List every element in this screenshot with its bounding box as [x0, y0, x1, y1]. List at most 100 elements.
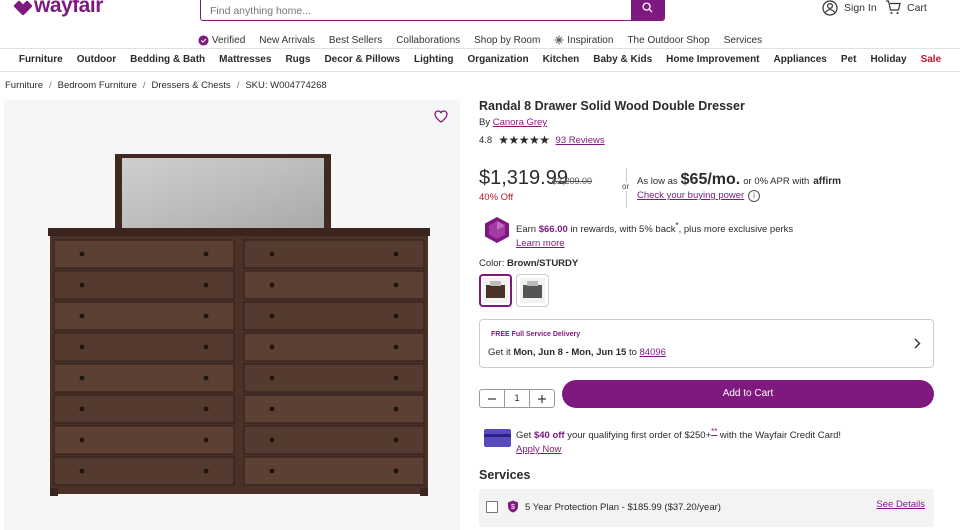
- info-icon[interactable]: i: [748, 190, 760, 202]
- credit-suffix: with the Wayfair Credit Card!: [719, 430, 841, 442]
- credit-desc: your qualifying first order of $250+: [567, 430, 712, 442]
- color-swatch-grey[interactable]: [516, 274, 549, 307]
- rewards-amount: $66.00: [538, 224, 568, 236]
- check-buying-power-link[interactable]: Check your buying power: [637, 190, 744, 201]
- rewards-suffix: , plus more exclusive perks: [678, 224, 794, 236]
- nav-outdoor-shop[interactable]: The Outdoor Shop: [627, 30, 709, 50]
- category-pet[interactable]: Pet: [841, 54, 857, 65]
- affirm-financing: As low as $65/mo. or 0% APR with affirm: [637, 171, 841, 189]
- protection-plan-checkbox[interactable]: [486, 501, 498, 513]
- add-to-cart-button[interactable]: Add to Cart: [562, 380, 934, 408]
- minus-icon: [488, 397, 497, 400]
- breadcrumb-item[interactable]: Dressers & Chests: [152, 80, 231, 91]
- star-icon: ★: [518, 133, 530, 147]
- protection-plan-label: 5 Year Protection Plan - $185.99 ($37.20…: [525, 502, 721, 513]
- nav-label: The Outdoor Shop: [627, 34, 710, 46]
- breadcrumb-separator: /: [49, 80, 52, 91]
- color-swatch-brown[interactable]: [479, 274, 512, 307]
- svg-text:$: $: [511, 504, 515, 511]
- category-home-improvement[interactable]: Home Improvement: [666, 54, 759, 65]
- nav-label: Inspiration: [567, 34, 614, 46]
- nav-shop-by-room[interactable]: Shop by Room: [474, 30, 540, 50]
- color-value: Brown/STURDY: [506, 258, 579, 269]
- category-appliances[interactable]: Appliances: [774, 54, 827, 65]
- wayfair-logo-icon: [13, 0, 33, 16]
- see-details-link[interactable]: See Details: [876, 499, 925, 510]
- product-image-gallery[interactable]: [4, 100, 460, 530]
- quantity-increase-button[interactable]: [530, 390, 554, 407]
- search-button[interactable]: [631, 0, 664, 20]
- category-mattresses[interactable]: Mattresses: [219, 54, 271, 65]
- nav-collaborations[interactable]: Collaborations: [396, 30, 460, 50]
- affirm-monthly: $65/mo.: [680, 171, 741, 188]
- color-label: Color: Brown/STURDY: [479, 258, 578, 269]
- nav-label: Collaborations: [396, 34, 461, 46]
- delivery-panel[interactable]: FREE Full Service Delivery Get it Mon, J…: [479, 319, 934, 368]
- breadcrumb-item[interactable]: Furniture: [5, 80, 43, 91]
- nav-verified[interactable]: Verified: [198, 30, 245, 50]
- rating-value: 4.8: [479, 134, 493, 146]
- by-prefix: By: [479, 117, 491, 128]
- category-bedding-bath[interactable]: Bedding & Bath: [130, 54, 205, 65]
- category-lighting[interactable]: Lighting: [414, 54, 453, 65]
- category-outdoor[interactable]: Outdoor: [77, 54, 116, 65]
- nav-label: Verified: [211, 34, 246, 46]
- category-baby-kids[interactable]: Baby & Kids: [593, 54, 652, 65]
- search-input[interactable]: [201, 0, 631, 20]
- quantity-input[interactable]: 1: [504, 390, 530, 407]
- dresser-thumbnail: [520, 278, 545, 303]
- quantity-decrease-button[interactable]: [480, 390, 504, 407]
- breadcrumb-item[interactable]: Bedroom Furniture: [58, 80, 137, 91]
- nav-best-sellers[interactable]: Best Sellers: [329, 30, 382, 50]
- rewards-icon: [485, 217, 509, 243]
- free-delivery-label: FREE Full Service Delivery: [491, 331, 581, 338]
- nav-inspiration[interactable]: Inspiration: [554, 30, 613, 50]
- brand-link[interactable]: Canora Grey: [493, 117, 547, 128]
- apply-now-link[interactable]: Apply Now: [516, 444, 561, 455]
- rewards-desc: in rewards, with 5% back: [570, 224, 676, 236]
- breadcrumb-separator: /: [142, 80, 146, 91]
- nav-label: New Arrivals: [259, 34, 315, 46]
- category-holiday[interactable]: Holiday: [870, 54, 906, 65]
- delivery-to: to: [628, 347, 637, 358]
- search-bar: [200, 0, 665, 21]
- zip-code-link[interactable]: 84096: [640, 347, 666, 358]
- cart-label: Cart: [907, 1, 927, 14]
- delivery-dates: Mon, Jun 8 - Mon, Jun 15: [513, 347, 627, 358]
- primary-nav: Verified New Arrivals Best Sellers Colla…: [0, 30, 960, 50]
- nav-new-arrivals[interactable]: New Arrivals: [259, 30, 315, 50]
- product-title: Randal 8 Drawer Solid Wood Double Dresse…: [479, 99, 745, 113]
- affirm-prefix: As low as: [637, 176, 678, 187]
- category-organization[interactable]: Organization: [467, 54, 528, 65]
- category-decor-pillows[interactable]: Decor & Pillows: [324, 54, 400, 65]
- nav-label: Services: [723, 34, 763, 46]
- nav-services[interactable]: Services: [724, 30, 762, 50]
- breadcrumb-separator: /: [236, 80, 240, 91]
- account-icon: [822, 0, 838, 16]
- credit-footnote-link[interactable]: **: [711, 427, 717, 436]
- credit-card-icon: [484, 429, 511, 447]
- cart-link[interactable]: Cart: [885, 0, 927, 15]
- wayfair-logo[interactable]: wayfair: [13, 0, 103, 18]
- divider: [0, 71, 960, 72]
- category-nav: Furniture Outdoor Bedding & Bath Mattres…: [0, 54, 960, 65]
- star-icon: ★: [529, 133, 540, 147]
- star-icon: ★: [539, 133, 550, 147]
- services-heading: Services: [479, 468, 531, 482]
- brand-line: By Canora Grey: [479, 117, 547, 128]
- or-label: or: [622, 182, 630, 191]
- favorite-button[interactable]: [434, 110, 448, 126]
- heart-icon: [434, 110, 448, 123]
- learn-more-link[interactable]: Learn more: [516, 238, 565, 249]
- breadcrumb: Furniture / Bedroom Furniture / Dressers…: [5, 80, 327, 91]
- reviews-link[interactable]: 93 Reviews: [556, 135, 605, 146]
- sparkle-icon: [554, 35, 564, 45]
- category-sale[interactable]: Sale: [921, 54, 942, 65]
- category-kitchen[interactable]: Kitchen: [543, 54, 580, 65]
- category-furniture[interactable]: Furniture: [19, 54, 63, 65]
- category-rugs[interactable]: Rugs: [285, 54, 310, 65]
- sign-in-link[interactable]: Sign In: [822, 0, 877, 16]
- delivery-estimate: Get it Mon, Jun 8 - Mon, Jun 15 to 84096: [488, 347, 666, 358]
- search-icon: [642, 2, 653, 13]
- star-icon: ★: [498, 133, 509, 147]
